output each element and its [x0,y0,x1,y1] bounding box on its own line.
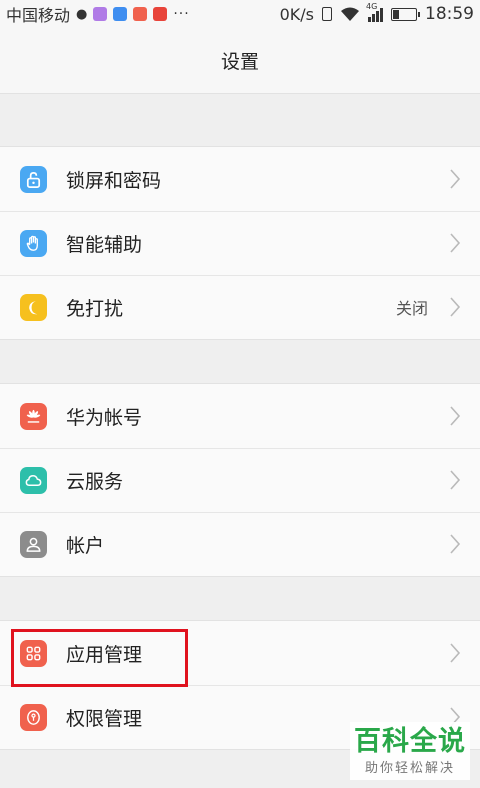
watermark-subtitle: 助你轻松解决 [364,760,455,776]
settings-item-huawei-id[interactable]: 华为帐号 [0,384,480,448]
app-notification-icon [113,7,128,21]
more-notifications-icon: ··· [173,6,190,22]
watermark-title: 百科全说 [354,725,466,757]
settings-item-label: 云服务 [66,470,124,493]
section-gap [0,340,480,384]
moon-icon [20,293,47,321]
settings-item-label: 权限管理 [66,707,143,730]
qq-icon: ● [76,6,88,22]
title-bar: 设置 [0,28,480,94]
vibrate-icon [322,7,332,21]
settings-item-label: 智能辅助 [66,233,143,256]
battery-icon [391,7,420,21]
section-gap [0,577,480,621]
cloud-icon [20,466,47,494]
phone-notification-icon [133,7,148,21]
signal-icon: 4G [366,2,383,22]
settings-item-app-management[interactable]: 应用管理 [0,621,480,685]
settings-group-security: 锁屏和密码 智能辅助 免打扰 关闭 [0,146,480,340]
apps-grid-icon [20,639,47,667]
section-gap [0,95,480,147]
lock-icon [20,165,47,193]
shield-key-icon [20,703,47,731]
huawei-icon [20,402,47,430]
chevron-right-icon [450,169,461,189]
settings-item-lock-screen[interactable]: 锁屏和密码 [0,147,480,211]
settings-item-label: 锁屏和密码 [66,169,162,192]
settings-item-label: 免打扰 [66,297,124,320]
page-title: 设置 [220,51,259,73]
status-bar: 中国移动 ● ··· 0K/s 4G 18:59 [0,0,480,28]
chevron-right-icon [450,470,461,490]
gallery-notification-icon [93,7,108,21]
settings-item-do-not-disturb[interactable]: 免打扰 关闭 [0,275,480,339]
network-speed: 0K/s [279,4,314,24]
settings-item-label: 应用管理 [66,643,143,666]
chevron-right-icon [450,643,461,663]
chevron-right-icon [450,233,461,253]
clock: 18:59 [425,4,474,24]
settings-item-cloud-service[interactable]: 云服务 [0,448,480,512]
settings-item-accounts[interactable]: 帐户 [0,512,480,576]
network-type-label: 4G [366,2,378,11]
chevron-right-icon [450,534,461,554]
chevron-right-icon [450,406,461,426]
settings-group-accounts: 华为帐号 云服务 帐户 [0,383,480,577]
dnd-status-value: 关闭 [395,299,428,318]
watermark: 百科全说 助你轻松解决 [350,722,470,780]
wifi-icon [341,7,359,21]
settings-item-smart-assist[interactable]: 智能辅助 [0,211,480,275]
chevron-right-icon [450,297,461,317]
settings-item-label: 帐户 [66,534,105,557]
settings-item-label: 华为帐号 [66,406,143,429]
carrier-label: 中国移动 [6,6,71,25]
hand-icon [20,229,47,257]
huawei-notification-icon [153,7,168,21]
person-icon [20,530,47,558]
